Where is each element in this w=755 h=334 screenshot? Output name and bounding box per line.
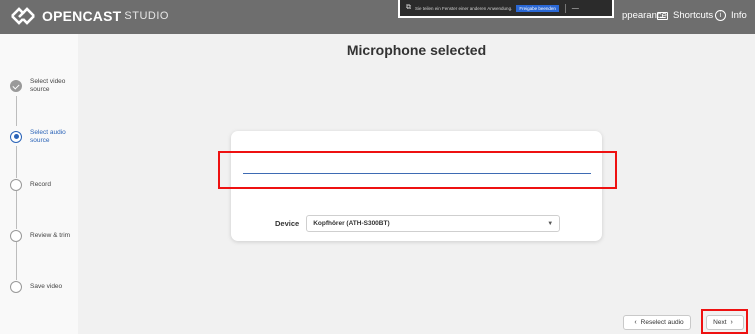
info-button[interactable]: i Info [715,10,747,21]
share-message: Sie teilen ein Fenster einer anderen Anw… [415,5,513,11]
step-select-video[interactable]: Select video source [10,78,78,94]
check-icon [10,79,22,92]
brand-sub: STUDIO [124,10,169,22]
step-label: Record [30,181,51,189]
steps-sidebar: Select video source Select audio source … [0,34,78,334]
pending-step-icon [10,179,22,191]
step-record[interactable]: Record [10,179,78,191]
keyboard-icon [657,11,668,20]
stop-sharing-button[interactable]: Freigabe beenden [516,4,559,12]
pending-step-icon [10,281,22,293]
brand-name: OPENCAST [42,8,122,24]
step-connector [15,146,17,178]
chevron-down-icon: ▼ [547,220,554,227]
chevron-left-icon: ‹ [634,319,637,326]
reselect-audio-button[interactable]: ‹ Reselect audio [623,315,691,330]
step-label: Select audio source [30,129,66,144]
shortcuts-label: Shortcuts [673,10,714,21]
pending-step-icon [10,230,22,242]
step-label: Select video source [30,78,66,93]
divider [564,3,566,13]
step-review-trim[interactable]: Review & trim [10,230,78,242]
step-connector [15,96,17,126]
screen-share-icon: ⧉ [406,4,411,11]
step-connector [15,242,17,280]
active-step-icon [10,130,22,143]
info-icon: i [715,10,726,21]
app-logo[interactable]: OPENCAST STUDIO [10,7,169,25]
step-label: Save video [30,283,63,291]
info-label: Info [731,10,747,21]
device-select[interactable]: Kopfhörer (ATH-S300BT) ▼ [306,215,561,232]
shortcuts-button[interactable]: Shortcuts [657,10,713,21]
device-value: Kopfhörer (ATH-S300BT) [313,220,390,227]
step-label: Review & trim [30,232,71,240]
page-title: Microphone selected [346,42,487,58]
screen-share-notification: ⧉ Sie teilen ein Fenster einer anderen A… [398,0,614,18]
highlight-box-audio-visualizer [218,151,617,189]
reselect-label: Reselect audio [640,319,684,326]
step-select-audio[interactable]: Select audio source [10,129,78,145]
top-bar: OPENCAST STUDIO ⧉ Sie teilen ein Fenster… [0,0,755,34]
device-row: Device Kopfhörer (ATH-S300BT) ▼ [275,215,561,232]
opencast-logo-icon [11,7,35,25]
step-connector [15,191,17,229]
highlight-box-next-button [701,309,748,334]
step-save-video[interactable]: Save video [10,281,78,293]
minimize-button[interactable]: — [572,5,579,12]
device-label: Device [275,219,300,228]
